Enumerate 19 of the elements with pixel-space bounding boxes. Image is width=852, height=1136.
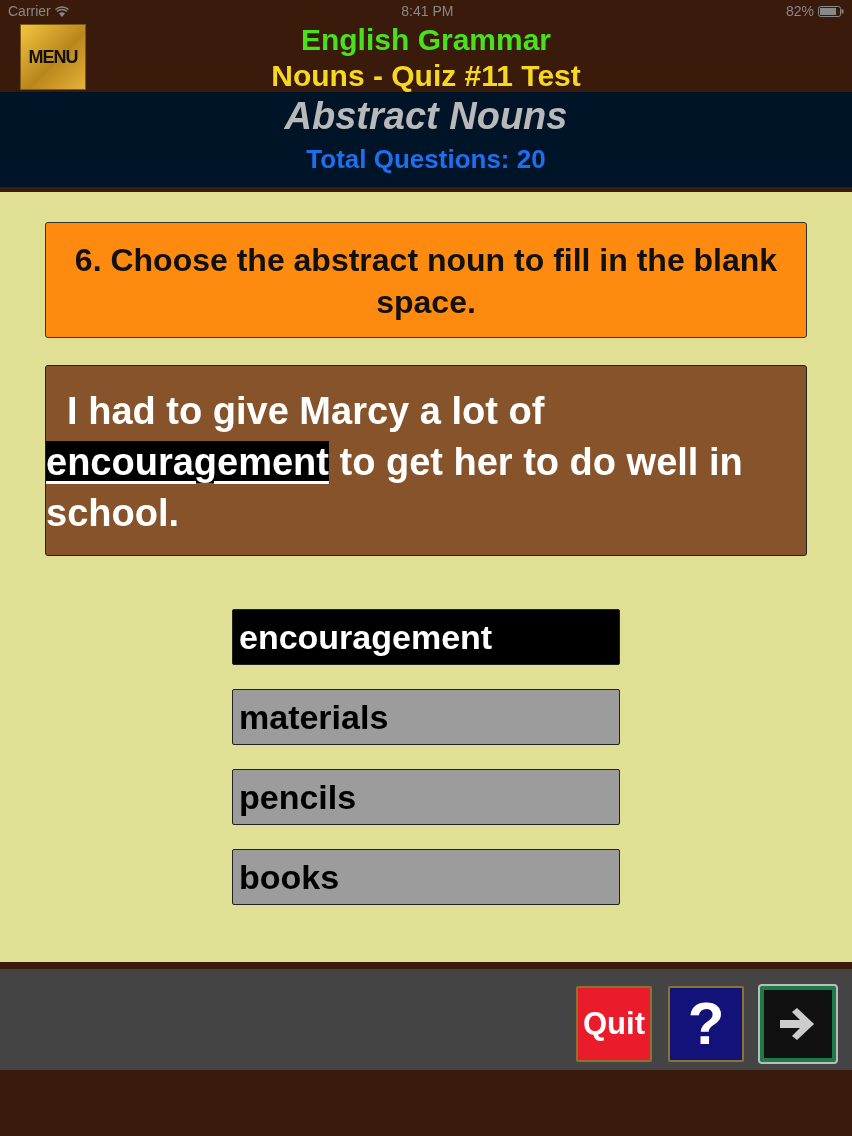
answer-option[interactable]: books — [232, 849, 620, 905]
next-button[interactable] — [760, 986, 836, 1062]
status-time: 8:41 PM — [401, 1, 454, 21]
question-prompt: 6. Choose the abstract noun to fill in the blank space. — [45, 222, 807, 338]
battery-icon — [818, 5, 844, 17]
quiz-title: Nouns - Quiz #11 Test — [271, 58, 581, 94]
total-questions: Total Questions: 20 — [305, 143, 547, 176]
answer-option[interactable]: materials — [232, 689, 620, 745]
wifi-icon — [54, 5, 69, 17]
question-sentence: I had to give Marcy a lot of encouragement to get her to do well in school. — [45, 365, 807, 556]
quit-button[interactable]: Quit — [576, 986, 652, 1062]
answer-option[interactable]: pencils — [232, 769, 620, 825]
menu-button[interactable]: MENU — [20, 24, 86, 90]
carrier-name: Carrier — [8, 1, 51, 21]
topic-title: Abstract Nouns — [283, 94, 569, 139]
answer-option[interactable]: encouragement — [232, 609, 620, 665]
battery-percent: 82% — [785, 1, 814, 21]
app-title: English Grammar — [300, 22, 552, 58]
help-button[interactable]: ? — [668, 986, 744, 1062]
